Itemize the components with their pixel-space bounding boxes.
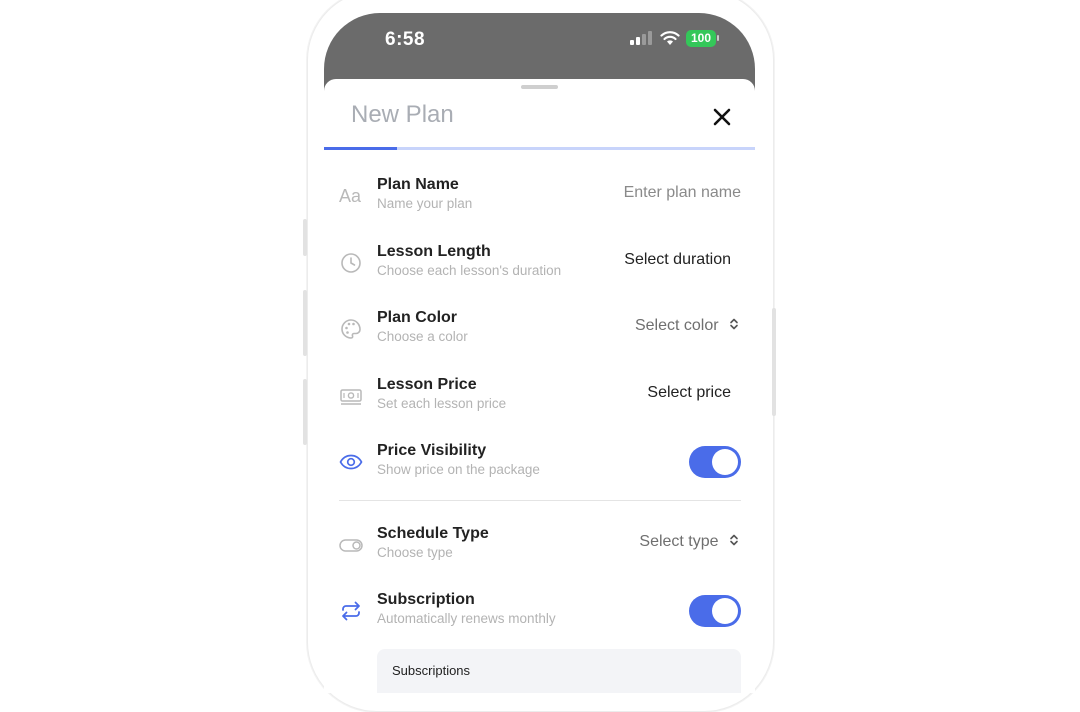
- row-label: Price Visibility: [377, 442, 487, 459]
- side-button: [303, 379, 307, 445]
- row-label: Plan Color: [377, 309, 458, 326]
- side-button: [303, 219, 307, 256]
- row-label: Lesson Length: [377, 243, 491, 260]
- toggle-knob: [712, 598, 738, 624]
- subscriptions-box: Subscriptions: [377, 649, 741, 693]
- progress-fill: [324, 147, 398, 150]
- plan-color-row[interactable]: Plan Color Choose a color Select color: [339, 305, 741, 365]
- select-value: Select type: [639, 533, 719, 550]
- plan-color-select[interactable]: Select color: [635, 317, 741, 335]
- chevron-updown-icon: [730, 318, 738, 330]
- row-label: Plan Name: [377, 176, 459, 193]
- battery-indicator: 100: [686, 30, 716, 47]
- select-value: Select color: [634, 317, 719, 334]
- eye-icon: [339, 454, 363, 470]
- subscriptions-box-title: Subscriptions: [392, 663, 471, 678]
- lesson-price-row[interactable]: Lesson Price Set each lesson price Selec…: [339, 372, 741, 432]
- toggle-knob: [712, 449, 738, 475]
- row-subtitle: Choose a color: [377, 329, 468, 344]
- plan-name-input[interactable]: Enter plan name: [624, 184, 741, 202]
- money-icon: [340, 389, 362, 405]
- progress-bar: [324, 147, 755, 150]
- battery-tip: [717, 35, 719, 41]
- status-bar: 6:58 100: [324, 13, 755, 79]
- lesson-length-row[interactable]: Lesson Length Choose each lesson's durat…: [339, 239, 741, 299]
- sheet-grabber[interactable]: [521, 85, 558, 89]
- subscription-toggle[interactable]: [689, 595, 741, 627]
- row-subtitle: Automatically renews monthly: [377, 611, 556, 626]
- lesson-length-select[interactable]: Select duration: [624, 251, 731, 269]
- sheet-title: New Plan: [351, 101, 454, 128]
- side-button: [772, 308, 776, 416]
- schedule-type-row[interactable]: Schedule Type Choose type Select type: [339, 521, 741, 581]
- lesson-price-select[interactable]: Select price: [647, 384, 731, 402]
- row-subtitle: Set each lesson price: [377, 396, 507, 411]
- signal-icon: [630, 31, 654, 45]
- phone-screen: 6:58 100 New Plan Aa Plan Name Name your…: [324, 13, 755, 693]
- toggle-outline-icon: [339, 539, 363, 552]
- new-plan-sheet: New Plan Aa Plan Name Name your plan Ent…: [324, 79, 755, 693]
- chevron-updown-icon: [730, 534, 738, 546]
- section-divider: [339, 500, 741, 501]
- row-subtitle: Name your plan: [377, 196, 473, 211]
- price-visibility-row: Price Visibility Show price on the packa…: [339, 438, 741, 498]
- plan-name-row[interactable]: Aa Plan Name Name your plan Enter plan n…: [339, 172, 741, 232]
- subscription-row: Subscription Automatically renews monthl…: [339, 587, 741, 647]
- row-label: Schedule Type: [377, 525, 489, 542]
- repeat-icon: [342, 601, 360, 621]
- close-icon[interactable]: [707, 102, 737, 132]
- row-subtitle: Choose type: [377, 545, 453, 560]
- schedule-type-select[interactable]: Select type: [639, 533, 741, 551]
- status-time: 6:58: [385, 29, 426, 50]
- svg-text:Aa: Aa: [339, 186, 362, 206]
- text-aa-icon: Aa: [339, 186, 362, 206]
- row-label: Subscription: [377, 591, 475, 608]
- row-label: Lesson Price: [377, 376, 477, 393]
- row-subtitle: Choose each lesson's duration: [377, 263, 562, 278]
- row-subtitle: Show price on the package: [377, 462, 540, 477]
- clock-icon: [341, 253, 361, 273]
- palette-icon: [341, 319, 361, 339]
- wifi-icon: [660, 31, 680, 45]
- price-visibility-toggle[interactable]: [689, 446, 741, 478]
- side-button: [303, 290, 307, 356]
